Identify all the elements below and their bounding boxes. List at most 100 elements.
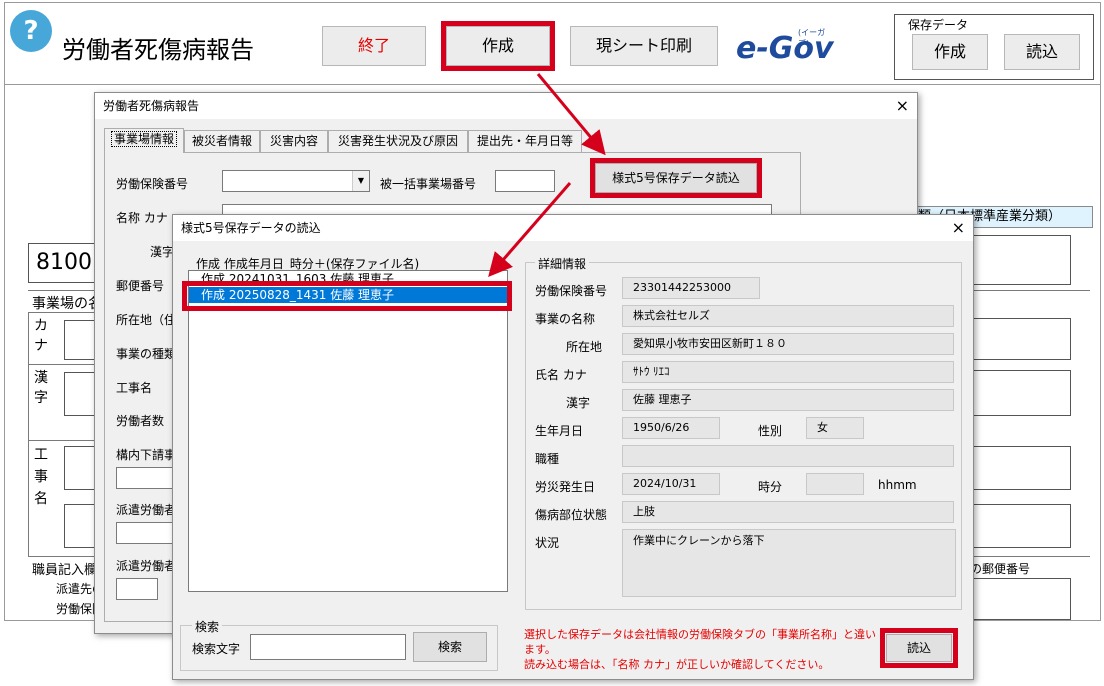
right-field-2 (973, 318, 1071, 360)
detail-situation: 作業中にクレーンから落下 (622, 529, 956, 597)
batch-no-input[interactable] (495, 170, 555, 192)
close-icon[interactable]: × (896, 93, 909, 119)
detail-sex-label: 性別 (758, 424, 783, 438)
tab-disaster[interactable]: 災害内容 (260, 130, 328, 152)
name-kana-label: 名称 カナ (116, 211, 168, 225)
tab-submission[interactable]: 提出先・年月日等 (468, 130, 582, 152)
detail-time-label: 時分 (758, 480, 783, 494)
workers-label: 労働者数 (116, 414, 165, 428)
dispatch-input-2[interactable] (116, 578, 158, 600)
detail-time (806, 473, 864, 495)
save-data-create-button[interactable]: 作成 (912, 34, 988, 70)
search-input[interactable] (250, 634, 406, 660)
page-title: 労働者死傷病報告 (62, 36, 254, 64)
insurance-no-combo[interactable]: ▼ (222, 170, 370, 192)
search-button[interactable]: 検索 (413, 632, 487, 662)
detail-situation-label: 状況 (535, 536, 560, 550)
construction-field-2 (64, 504, 98, 548)
insurance-no-label: 労働保険番号 (116, 177, 189, 191)
detail-injury: 上肢 (622, 501, 954, 523)
detail-sex: 女 (806, 417, 864, 439)
main-dialog-titlebar: 労働者死傷病報告 × (95, 93, 917, 119)
kanji-label: 漢字 (34, 370, 48, 406)
detail-occupation (622, 445, 954, 467)
detail-address: 愛知県小牧市安田区新町１８０ (622, 333, 954, 355)
industry-code: 8100 (36, 250, 92, 275)
grid-line (28, 290, 98, 291)
help-icon[interactable]: ? (10, 10, 52, 52)
grid-line (28, 312, 29, 557)
detail-kanji: 佐藤 理恵子 (622, 389, 954, 411)
right-field-5 (973, 504, 1071, 548)
kanji-field (64, 372, 98, 416)
detail-business-name-label: 事業の名称 (535, 312, 596, 326)
egov-logo-kana: (イーガブ) (798, 28, 826, 48)
tab-workplace[interactable]: 事業場情報 (104, 128, 184, 153)
load-dialog-titlebar: 様式5号保存データの読込 × (173, 215, 973, 241)
detail-name-kana: ｻﾄｳ ﾘｴｺ (622, 361, 954, 383)
kanji-label: 漢字 (150, 245, 175, 259)
subcontract-input[interactable] (116, 467, 176, 489)
egov-logo[interactable]: e-Gov (イーガブ) (736, 27, 836, 71)
postal-code-label: 郵便番号 (116, 279, 165, 293)
detail-accident-date: 2024/10/31 (622, 473, 720, 495)
tab-workplace-label: 事業場情報 (110, 131, 177, 147)
main-dialog-title: 労働者死傷病報告 (103, 99, 200, 113)
detail-insurance-no: 23301442253000 (622, 277, 760, 299)
dispatch-input-1[interactable] (116, 522, 176, 544)
detail-address-label: 所在地 (566, 340, 603, 354)
batch-no-label: 被一括事業場番号 (380, 177, 477, 191)
kana-field (64, 320, 98, 360)
grid-line (28, 312, 98, 313)
chevron-down-icon[interactable]: ▼ (352, 171, 369, 191)
grid-line (962, 556, 1090, 557)
search-label: 検索文字 (192, 642, 241, 656)
details-legend: 詳細情報 (535, 255, 590, 272)
detail-occupation-label: 職種 (535, 452, 560, 466)
kana-label: カナ (34, 318, 48, 354)
dispatch-worker-label-2: 派遣労働者 (116, 559, 177, 573)
load-button-highlight (880, 628, 958, 668)
tab-situation[interactable]: 災害発生状況及び原因 (328, 130, 468, 152)
right-field-3 (973, 370, 1071, 416)
warning-line-2: ます。 (524, 643, 556, 656)
construction-field-1 (64, 446, 98, 490)
detail-birth: 1950/6/26 (622, 417, 720, 439)
grid-line (28, 364, 98, 365)
detail-business-name: 株式会社セルズ (622, 305, 954, 327)
search-legend: 検索 (192, 618, 223, 635)
detail-injury-label: 傷病部位状態 (535, 508, 608, 522)
dispatch-worker-label-1: 派遣労働者 (116, 503, 177, 517)
address-label: 所在地（住 (116, 313, 177, 327)
right-field-6 (973, 578, 1071, 620)
workplace-label: 事業場の名 (32, 296, 102, 312)
construction-name-label: 工事名 (116, 381, 153, 395)
right-field-4 (973, 446, 1071, 490)
grid-line (28, 440, 98, 441)
business-type-label: 事業の種類 (116, 347, 177, 361)
list-item-highlight (182, 281, 512, 311)
warning-line-3: 読み込む場合は、「名称 カナ」が正しいか確認してください。 (524, 658, 830, 671)
staff-column-label: 職員記入欄 (32, 563, 98, 578)
print-sheet-button[interactable]: 現シート印刷 (570, 26, 718, 66)
save-data-legend: 保存データ (905, 16, 972, 33)
end-button[interactable]: 終了 (322, 26, 426, 66)
grid-line (962, 290, 1090, 291)
detail-kanji-label: 漢字 (566, 396, 591, 410)
detail-accident-date-label: 労災発生日 (535, 480, 596, 494)
create-highlight (441, 21, 555, 71)
detail-insurance-no-label: 労働保険番号 (535, 284, 608, 298)
detail-birth-label: 生年月日 (535, 424, 584, 438)
detail-time-unit: hhmm (878, 478, 917, 492)
load-dialog-title: 様式5号保存データの読込 (181, 221, 321, 235)
right-field-1 (973, 235, 1071, 285)
subcontract-label: 構内下請事 (116, 448, 177, 462)
save-data-load-button[interactable]: 読込 (1004, 34, 1080, 70)
load-form5-highlight (590, 158, 762, 198)
warning-line-1: 選択した保存データは会社情報の労働保険タブの「事業所名称」と違い (524, 628, 876, 641)
construction-label: 工事名 (34, 447, 48, 507)
close-icon[interactable]: × (952, 215, 965, 241)
save-data-list[interactable] (188, 270, 508, 592)
grid-line (28, 556, 98, 557)
tab-victim[interactable]: 被災者情報 (184, 130, 260, 152)
